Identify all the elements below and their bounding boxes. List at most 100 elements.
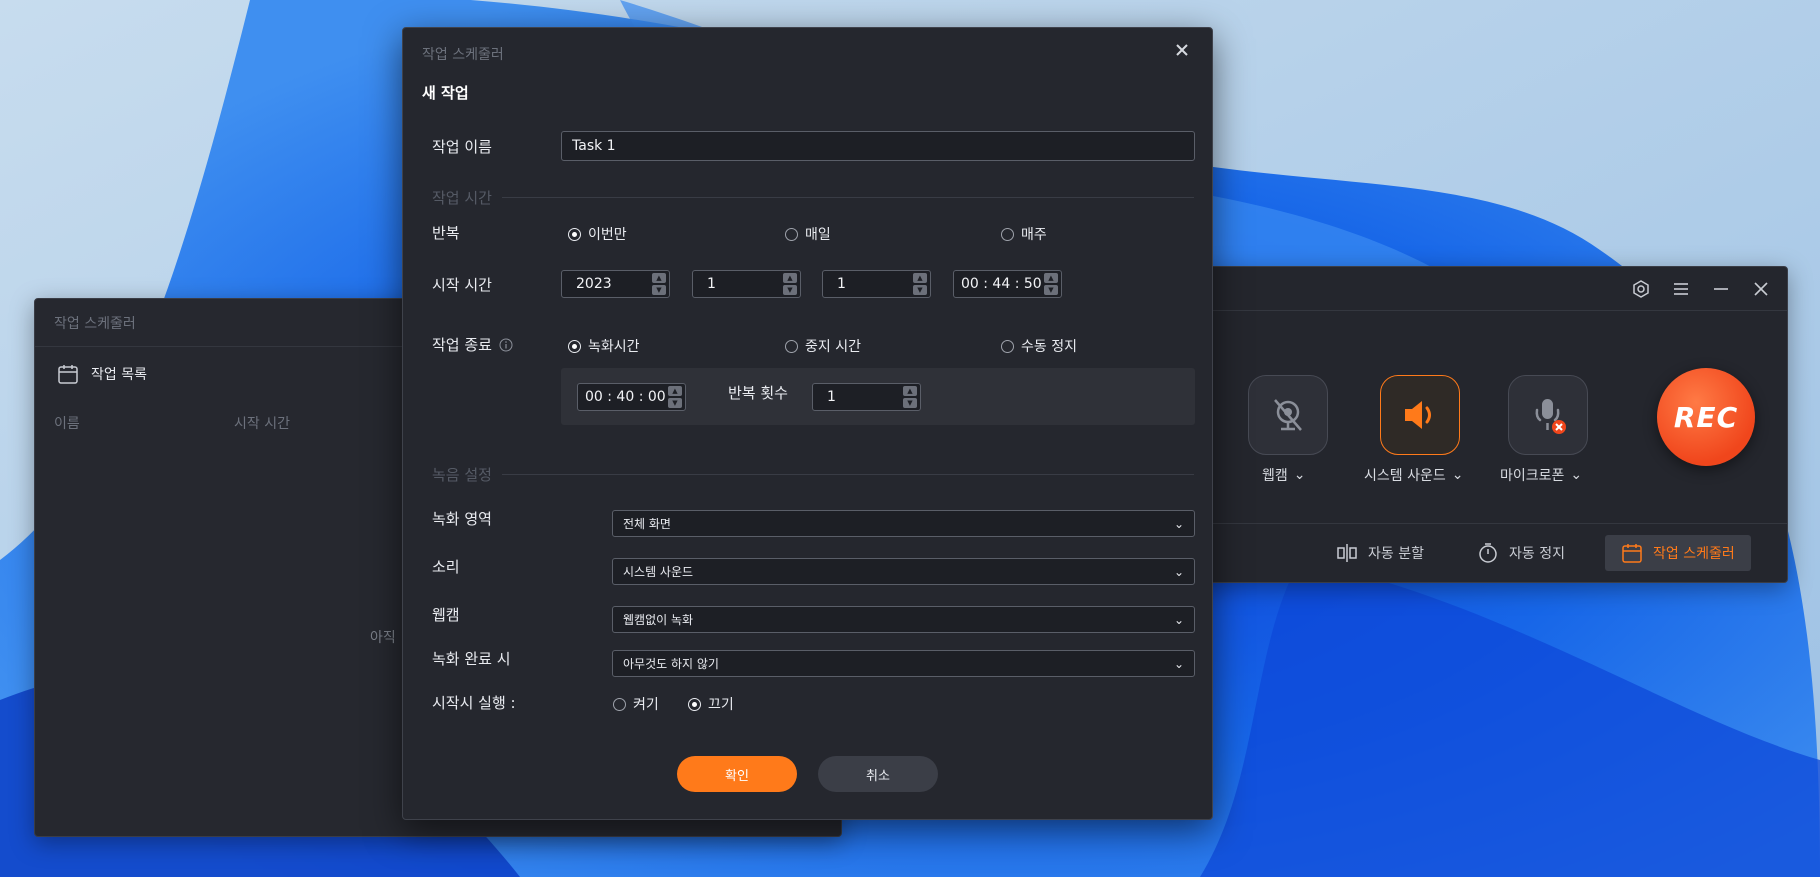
duration-stepper[interactable]: 00 : 40 : 00 ▲ ▼ bbox=[577, 383, 686, 411]
start-day-stepper[interactable]: 1 ▲ ▼ bbox=[822, 270, 931, 298]
chevron-down-icon: ⌄ bbox=[1293, 467, 1306, 483]
start-day-value: 1 bbox=[837, 276, 846, 292]
chevron-down-icon: ⌄ bbox=[1173, 564, 1184, 579]
close-icon bbox=[1176, 44, 1188, 56]
section-recording-settings: 녹음 설정 bbox=[432, 464, 1194, 485]
chevron-down-icon[interactable]: ▼ bbox=[668, 398, 682, 408]
radio-weekly-label: 매주 bbox=[1021, 227, 1047, 243]
recorder-topbar bbox=[1198, 267, 1787, 311]
task-name-input[interactable] bbox=[561, 131, 1195, 161]
section-recording-settings-label: 녹음 설정 bbox=[432, 466, 492, 484]
duration-value: 00 : 40 : 00 bbox=[585, 389, 666, 405]
radio-once-dot bbox=[568, 227, 581, 241]
record-area-value: 전체 화면 bbox=[623, 517, 671, 531]
task-name-label: 작업 이름 bbox=[432, 138, 492, 156]
radio-daily[interactable]: 매일 bbox=[785, 224, 831, 244]
radio-stop-time[interactable]: 중지 시간 bbox=[785, 336, 861, 356]
radio-manual-stop[interactable]: 수동 정지 bbox=[1001, 336, 1077, 356]
menu-icon[interactable] bbox=[1669, 277, 1693, 301]
dialog-close-button[interactable] bbox=[1170, 38, 1194, 62]
auto-stop-label: 자동 정지 bbox=[1509, 546, 1565, 562]
microphone-button[interactable] bbox=[1508, 375, 1588, 455]
chevron-up-icon[interactable]: ▲ bbox=[652, 273, 666, 283]
radio-stop-time-label: 중지 시간 bbox=[805, 339, 861, 355]
auto-split-label: 자동 분할 bbox=[1368, 546, 1424, 562]
task-list-header[interactable]: 작업 목록 bbox=[57, 363, 147, 385]
repeat-count-stepper[interactable]: 1 ▲ ▼ bbox=[812, 383, 921, 411]
webcam-button[interactable] bbox=[1248, 375, 1328, 455]
confirm-button[interactable]: 확인 bbox=[677, 756, 797, 792]
start-year-stepper[interactable]: 2023 ▲ ▼ bbox=[561, 270, 670, 298]
radio-run-on[interactable]: 켜기 bbox=[613, 694, 659, 714]
radio-run-off-dot bbox=[688, 697, 701, 711]
chevron-down-icon[interactable]: ▼ bbox=[913, 285, 927, 295]
calendar-icon bbox=[58, 365, 78, 384]
column-start-time: 시작 시간 bbox=[234, 416, 290, 432]
radio-record-duration-dot bbox=[568, 339, 581, 353]
radio-weekly[interactable]: 매주 bbox=[1001, 224, 1047, 244]
chevron-up-icon[interactable]: ▲ bbox=[903, 386, 917, 396]
radio-weekly-dot bbox=[1001, 227, 1014, 241]
webcam-select[interactable]: 웹캠없이 녹화 ⌄ bbox=[612, 606, 1195, 633]
chevron-down-icon: ⌄ bbox=[1570, 467, 1583, 483]
repeat-count-label: 반복 횟수 bbox=[728, 384, 788, 402]
radio-run-off[interactable]: 끄기 bbox=[688, 694, 734, 714]
recorder-divider bbox=[1198, 523, 1787, 524]
cancel-button[interactable]: 취소 bbox=[818, 756, 938, 792]
task-list-label: 작업 목록 bbox=[91, 367, 147, 383]
radio-record-duration-label: 녹화시간 bbox=[588, 339, 640, 355]
chevron-up-icon[interactable]: ▲ bbox=[783, 273, 797, 283]
chevron-up-icon[interactable]: ▲ bbox=[668, 386, 682, 396]
recorder-window: 웹캠 ⌄ 시스템 사운드 ⌄ 마이크로폰 ⌄ REC 자동 분할 자동 정지 작… bbox=[1197, 266, 1788, 583]
radio-run-off-label: 끄기 bbox=[708, 697, 734, 713]
sound-select[interactable]: 시스템 사운드 ⌄ bbox=[612, 558, 1195, 585]
radio-manual-stop-dot bbox=[1001, 339, 1014, 353]
radio-run-on-label: 켜기 bbox=[633, 697, 659, 713]
on-complete-select[interactable]: 아무것도 하지 않기 ⌄ bbox=[612, 650, 1195, 677]
calendar-icon bbox=[1622, 544, 1642, 563]
repeat-count-value: 1 bbox=[827, 389, 836, 405]
run-on-start-label: 시작시 실행 : bbox=[432, 694, 516, 712]
auto-stop-button[interactable]: 자동 정지 bbox=[1461, 535, 1581, 571]
system-sound-label[interactable]: 시스템 사운드 ⌄ bbox=[1364, 465, 1463, 485]
rec-button[interactable]: REC bbox=[1657, 368, 1755, 466]
start-clock-stepper[interactable]: 00 : 44 : 50 ▲ ▼ bbox=[953, 270, 1062, 298]
chevron-down-icon[interactable]: ▼ bbox=[1044, 285, 1058, 295]
start-year-value: 2023 bbox=[576, 276, 612, 292]
radio-once-label: 이번만 bbox=[588, 227, 627, 243]
microphone-off-icon bbox=[1535, 399, 1566, 434]
radio-once[interactable]: 이번만 bbox=[568, 224, 627, 244]
chevron-down-icon[interactable]: ▼ bbox=[903, 398, 917, 408]
chevron-up-icon[interactable]: ▲ bbox=[913, 273, 927, 283]
sound-label: 소리 bbox=[432, 558, 460, 576]
record-area-select[interactable]: 전체 화면 ⌄ bbox=[612, 510, 1195, 537]
speaker-icon bbox=[1405, 401, 1431, 429]
section-task-time-label: 작업 시간 bbox=[432, 189, 492, 207]
task-scheduler-button[interactable]: 작업 스케줄러 bbox=[1605, 535, 1751, 571]
start-month-value: 1 bbox=[707, 276, 716, 292]
chevron-down-icon[interactable]: ▼ bbox=[652, 285, 666, 295]
auto-split-button[interactable]: 자동 분할 bbox=[1320, 535, 1440, 571]
webcam-label-text: 웹캠 bbox=[1262, 468, 1288, 484]
radio-run-on-dot bbox=[613, 697, 626, 711]
close-icon[interactable] bbox=[1749, 277, 1773, 301]
chevron-up-icon[interactable]: ▲ bbox=[1044, 273, 1058, 283]
info-icon[interactable] bbox=[499, 338, 513, 352]
start-month-stepper[interactable]: 1 ▲ ▼ bbox=[692, 270, 801, 298]
microphone-label[interactable]: 마이크로폰 ⌄ bbox=[1500, 465, 1582, 485]
webcam-label[interactable]: 웹캠 ⌄ bbox=[1262, 465, 1306, 485]
radio-record-duration[interactable]: 녹화시간 bbox=[568, 336, 640, 356]
task-scheduler-label: 작업 스케줄러 bbox=[1653, 546, 1735, 562]
task-end-label: 작업 종료 bbox=[432, 334, 513, 355]
sound-value: 시스템 사운드 bbox=[623, 565, 694, 579]
timer-icon bbox=[1479, 543, 1497, 563]
empty-list-text: 아직 bbox=[370, 630, 396, 646]
chevron-down-icon[interactable]: ▼ bbox=[783, 285, 797, 295]
settings-icon[interactable] bbox=[1629, 277, 1653, 301]
radio-daily-dot bbox=[785, 227, 798, 241]
system-sound-button[interactable] bbox=[1380, 375, 1460, 455]
task-scheduler-dialog: 작업 스케줄러 새 작업 작업 이름 작업 시간 반복 이번만 매일 매주 시작… bbox=[402, 27, 1213, 820]
rec-button-label: REC bbox=[1673, 400, 1739, 434]
minimize-icon[interactable] bbox=[1709, 277, 1733, 301]
record-area-label: 녹화 영역 bbox=[432, 510, 492, 528]
